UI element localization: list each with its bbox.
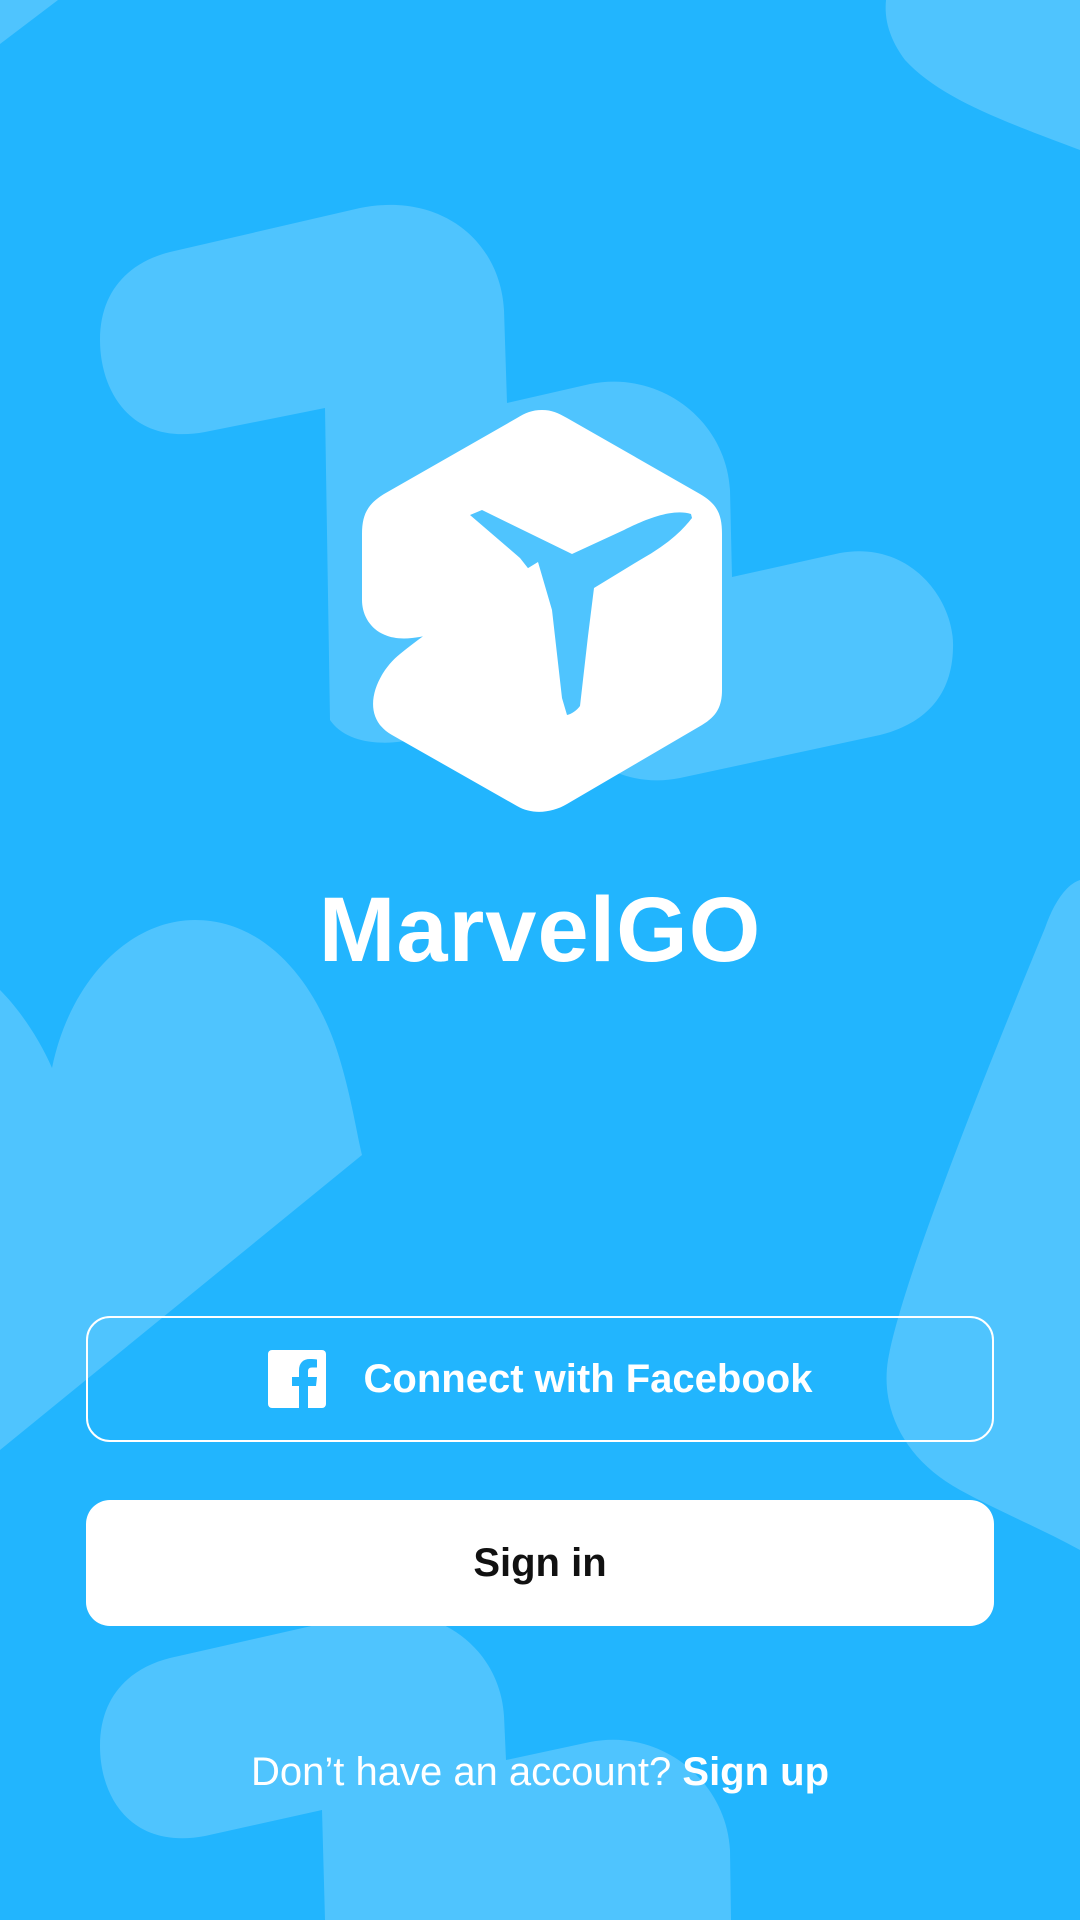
sign-in-button[interactable]: Sign in (86, 1500, 994, 1626)
connect-facebook-label: Connect with Facebook (363, 1356, 813, 1401)
facebook-icon (267, 1350, 326, 1408)
app-title: MarvelGO (318, 879, 762, 981)
app-logo-icon (362, 410, 722, 812)
signup-prompt: Don’t have an account? Sign up (0, 1744, 1080, 1800)
sign-in-label: Sign in (473, 1540, 607, 1585)
connect-facebook-button[interactable]: Connect with Facebook (86, 1316, 994, 1442)
sign-up-link[interactable]: Sign up (682, 1750, 829, 1794)
signup-prompt-text: Don’t have an account? (250, 1750, 672, 1794)
